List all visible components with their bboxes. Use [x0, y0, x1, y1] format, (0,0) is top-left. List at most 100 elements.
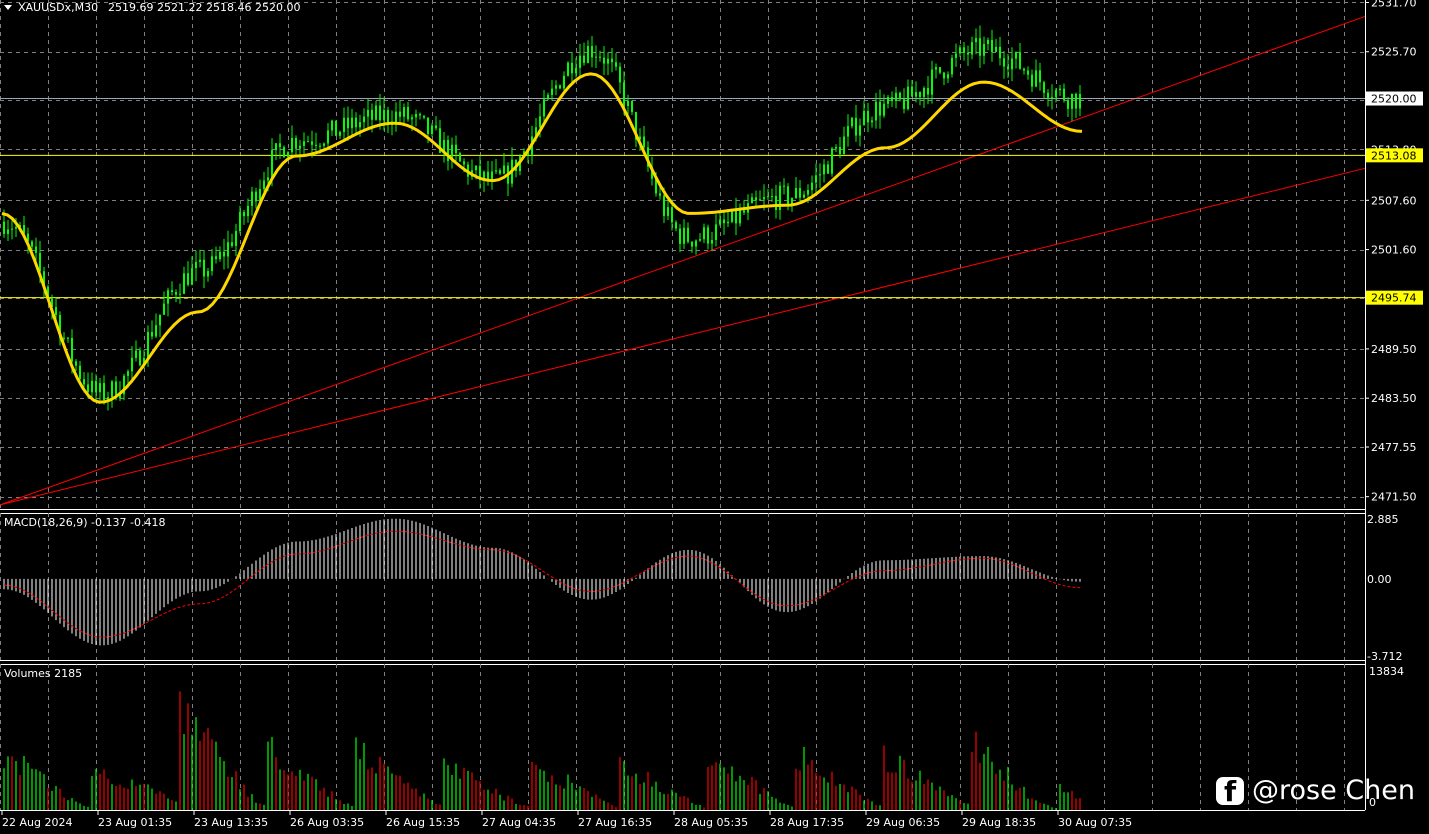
candle-body: [563, 75, 565, 89]
candle-body: [907, 86, 909, 109]
candle-body: [15, 226, 17, 229]
candle-body: [891, 96, 893, 102]
candle-body: [67, 337, 69, 339]
candle-body: [943, 72, 945, 79]
candle-body: [715, 224, 717, 241]
time-tick-label: 28 Aug 05:35: [674, 816, 748, 829]
candle-body: [3, 221, 5, 234]
candle-body: [307, 141, 309, 143]
candle-body: [627, 100, 629, 107]
candle-body: [243, 212, 245, 217]
candle-body: [1067, 100, 1069, 109]
candle-body: [1027, 70, 1029, 75]
candle-body: [755, 197, 757, 201]
candle-body: [1035, 70, 1037, 87]
candle-body: [323, 143, 325, 146]
candle-body: [703, 227, 705, 240]
candle-body: [139, 350, 141, 366]
volumes-title: Volumes 2185: [4, 667, 82, 680]
macd-tick-label: 2.885: [1367, 513, 1399, 526]
candle-body: [679, 228, 681, 244]
candle-body: [543, 99, 545, 117]
candle-body: [1023, 68, 1025, 71]
candle-body: [1019, 52, 1021, 69]
trend-line[interactable]: [0, 167, 1366, 506]
price-tick-label: 2483.50: [1371, 392, 1417, 405]
candle-body: [807, 189, 809, 195]
candle-body: [75, 361, 77, 366]
time-tick-label: 27 Aug 04:35: [482, 816, 556, 829]
candle-body: [459, 153, 461, 162]
macd-tick-label: 0.00: [1367, 573, 1392, 586]
time-tick-label: 29 Aug 06:35: [866, 816, 940, 829]
candle-body: [579, 55, 581, 68]
candle-body: [495, 170, 497, 172]
candle-body: [427, 117, 429, 134]
candle-body: [599, 56, 601, 58]
candle-body: [871, 120, 873, 123]
chart-axes: 2531.702525.702519.802513.802507.602501.…: [1, 0, 1423, 829]
candle-body: [235, 231, 237, 246]
candle-body: [1071, 93, 1073, 109]
candle-body: [795, 188, 797, 199]
candle-body: [551, 88, 553, 95]
candle-body: [435, 125, 437, 129]
candle-body: [411, 117, 413, 120]
candle-body: [675, 222, 677, 229]
candle-body: [415, 114, 417, 118]
candle-body: [195, 261, 197, 269]
volume-tick-label: 13834: [1369, 665, 1404, 678]
candle-body: [607, 58, 609, 64]
candle-body: [995, 46, 997, 52]
candle-body: [723, 219, 725, 224]
candle-body: [327, 130, 329, 144]
candle-body: [559, 85, 561, 89]
candle-body: [623, 82, 625, 107]
time-tick-label: 29 Aug 18:35: [962, 816, 1036, 829]
candle-body: [303, 141, 305, 146]
price-tick-label: 2489.50: [1371, 343, 1417, 356]
candle-body: [603, 57, 605, 64]
candle-body: [83, 379, 85, 385]
candle-body: [547, 94, 549, 100]
candle-body: [663, 195, 665, 216]
candle-body: [767, 196, 769, 198]
time-tick-label: 26 Aug 15:35: [386, 816, 460, 829]
candle-body: [631, 100, 633, 113]
candle-body: [287, 152, 289, 158]
time-tick-label: 23 Aug 13:35: [194, 816, 268, 829]
candle-body: [155, 325, 157, 337]
candle-body: [643, 136, 645, 148]
candle-body: [659, 193, 661, 196]
candle-body: [207, 271, 209, 277]
candle-body: [799, 188, 801, 198]
candle-body: [971, 42, 973, 55]
candle-body: [835, 146, 837, 149]
candle-body: [739, 210, 741, 224]
symbol-dropdown-icon[interactable]: [4, 5, 12, 10]
price-tick-label: 2471.50: [1371, 491, 1417, 504]
candle-body: [903, 99, 905, 109]
candle-body: [399, 111, 401, 117]
candle-body: [1015, 52, 1017, 59]
candle-body: [911, 86, 913, 97]
candle-body: [387, 109, 389, 123]
candle-body: [339, 131, 341, 136]
candle-body: [223, 251, 225, 257]
candle-body: [463, 161, 465, 165]
candle-body: [691, 241, 693, 247]
candle-body: [55, 307, 57, 315]
trading-chart[interactable]: 2531.702525.702519.802513.802507.602501.…: [0, 0, 1429, 834]
candle-body: [899, 92, 901, 100]
candle-body: [183, 273, 185, 294]
candle-body: [931, 69, 933, 95]
macd-histogram: [3, 518, 1081, 646]
candle-body: [39, 252, 41, 272]
candle-body: [363, 116, 365, 123]
candle-body: [983, 44, 985, 56]
candle-body: [759, 199, 761, 201]
candle-body: [595, 56, 597, 58]
candle-body: [187, 273, 189, 285]
candle-body: [1007, 66, 1009, 70]
candle-body: [667, 207, 669, 216]
